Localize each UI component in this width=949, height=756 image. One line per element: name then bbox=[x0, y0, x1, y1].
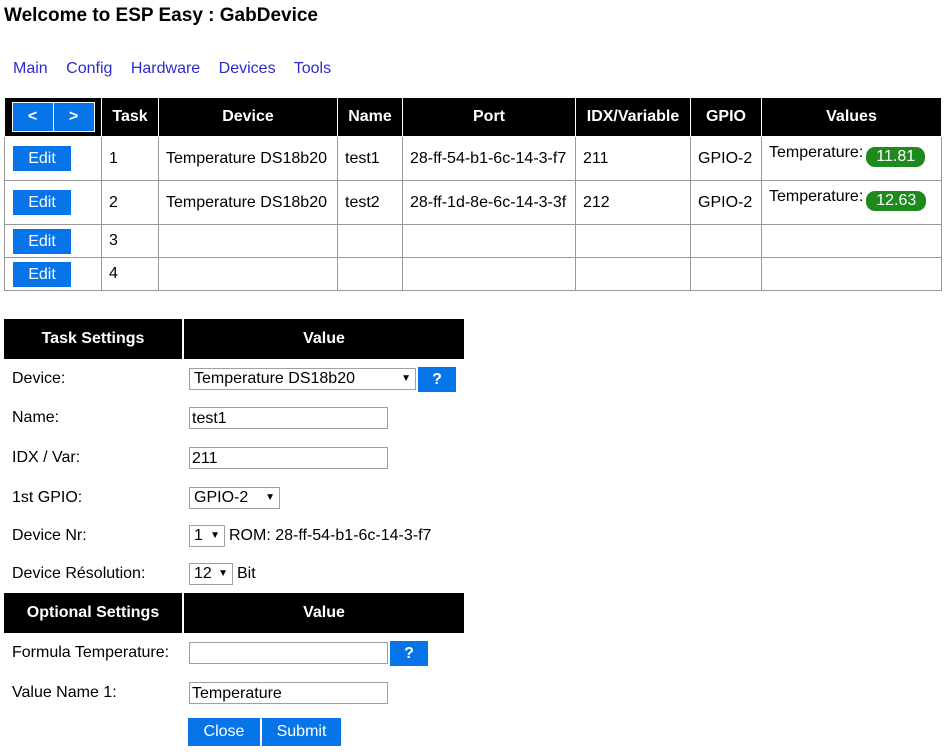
value-name: Temperature: bbox=[769, 188, 864, 205]
table-row: Edit 1 Temperature DS18b20 test1 28-ff-5… bbox=[4, 136, 942, 181]
gpio-select[interactable]: GPIO-2 ▼ bbox=[189, 487, 280, 509]
header-gpio: GPIO bbox=[690, 97, 762, 137]
nav-config[interactable]: Config bbox=[66, 60, 112, 77]
task-gpio: GPIO-2 bbox=[690, 136, 762, 181]
name-label: Name: bbox=[12, 409, 60, 426]
header-task: Task bbox=[101, 97, 159, 137]
device-nr-label: Device Nr: bbox=[12, 527, 87, 544]
submit-button[interactable]: Submit bbox=[262, 718, 341, 746]
task-number: 2 bbox=[101, 180, 159, 225]
page-title: Welcome to ESP Easy : GabDevice bbox=[4, 5, 318, 26]
table-row: Edit 4 bbox=[4, 257, 942, 291]
main-nav: Main Config Hardware Devices Tools bbox=[13, 60, 345, 78]
value-badge: 12.63 bbox=[866, 191, 927, 211]
task-idx: 212 bbox=[575, 180, 691, 225]
nav-devices[interactable]: Devices bbox=[219, 60, 276, 77]
device-nr-row: Device Nr: 1 ▼ ROM: 28-ff-54-b1-6c-14-3-f7 bbox=[4, 517, 464, 555]
nav-tools[interactable]: Tools bbox=[294, 60, 331, 77]
idx-label: IDX / Var: bbox=[12, 449, 81, 466]
formula-row: Formula Temperature: ? bbox=[4, 633, 464, 673]
name-input[interactable]: test1 bbox=[189, 407, 388, 429]
form-actions: Close Submit bbox=[188, 718, 341, 746]
task-values: Temperature: 11.81 bbox=[761, 136, 942, 181]
task-port: 28-ff-1d-8e-6c-14-3-3f bbox=[402, 180, 576, 225]
idx-input[interactable]: 211 bbox=[189, 447, 388, 469]
header-name: Name bbox=[337, 97, 403, 137]
task-name: test2 bbox=[337, 180, 403, 225]
resolution-label: Device Résolution: bbox=[12, 565, 146, 582]
device-row: Device: Temperature DS18b20 ▼? bbox=[4, 359, 464, 399]
edit-button[interactable]: Edit bbox=[13, 146, 71, 171]
task-settings-table: Task Settings Value Device: Temperature … bbox=[4, 319, 464, 713]
settings-header-row: Task Settings Value bbox=[4, 319, 464, 359]
edit-button[interactable]: Edit bbox=[13, 228, 71, 254]
optional-value-header: Value bbox=[183, 593, 464, 633]
header-port: Port bbox=[402, 97, 576, 137]
header-device: Device bbox=[158, 97, 338, 137]
prev-page-button[interactable]: < bbox=[12, 103, 53, 131]
gpio-label: 1st GPIO: bbox=[12, 489, 83, 506]
resolution-select[interactable]: 12 ▼ bbox=[189, 563, 233, 585]
task-device: Temperature DS18b20 bbox=[158, 136, 338, 181]
task-number: 1 bbox=[101, 136, 159, 181]
formula-help-button[interactable]: ? bbox=[390, 640, 428, 666]
task-number: 3 bbox=[101, 224, 159, 258]
task-idx: 211 bbox=[575, 136, 691, 181]
task-settings-header: Task Settings bbox=[4, 319, 184, 359]
next-page-button[interactable]: > bbox=[52, 103, 94, 131]
optional-header-row: Optional Settings Value bbox=[4, 593, 464, 633]
task-device: Temperature DS18b20 bbox=[158, 180, 338, 225]
device-select[interactable]: Temperature DS18b20 ▼ bbox=[189, 368, 416, 390]
table-row: Edit 2 Temperature DS18b20 test2 28-ff-1… bbox=[4, 180, 942, 225]
device-help-button[interactable]: ? bbox=[418, 366, 456, 392]
resolution-row: Device Résolution: 12 ▼ Bit bbox=[4, 555, 464, 593]
nav-hardware[interactable]: Hardware bbox=[131, 60, 200, 77]
table-row: Edit 3 bbox=[4, 224, 942, 258]
pager: < > bbox=[11, 102, 95, 132]
gpio-row: 1st GPIO: GPIO-2 ▼ bbox=[4, 479, 464, 517]
formula-label: Formula Temperature: bbox=[12, 644, 170, 661]
task-gpio: GPIO-2 bbox=[690, 180, 762, 225]
value-name-input[interactable]: Temperature bbox=[189, 682, 388, 704]
value-name-row: Value Name 1: Temperature bbox=[4, 673, 464, 713]
value-name: Temperature: bbox=[769, 144, 864, 161]
device-nr-select[interactable]: 1 ▼ bbox=[189, 525, 225, 547]
triangle-down-icon: ▼ bbox=[265, 492, 275, 503]
value-badge: 11.81 bbox=[866, 147, 926, 167]
device-label: Device: bbox=[12, 370, 66, 387]
triangle-down-icon: ▼ bbox=[401, 373, 411, 384]
rom-text: ROM: 28-ff-54-b1-6c-14-3-f7 bbox=[229, 527, 432, 544]
header-values: Values bbox=[761, 97, 942, 137]
edit-button[interactable]: Edit bbox=[13, 190, 71, 215]
optional-settings-header: Optional Settings bbox=[4, 593, 184, 633]
header-idx: IDX/Variable bbox=[575, 97, 691, 137]
task-port: 28-ff-54-b1-6c-14-3-f7 bbox=[402, 136, 576, 181]
edit-button[interactable]: Edit bbox=[13, 261, 71, 287]
value-header: Value bbox=[183, 319, 464, 359]
triangle-down-icon: ▼ bbox=[210, 530, 220, 541]
task-values: Temperature: 12.63 bbox=[761, 180, 942, 225]
tasks-table: < > Task Device Name Port IDX/Variable G… bbox=[4, 97, 942, 291]
tasks-header-row: < > Task Device Name Port IDX/Variable G… bbox=[4, 97, 942, 137]
nav-main[interactable]: Main bbox=[13, 60, 48, 77]
name-row: Name: test1 bbox=[4, 399, 464, 437]
task-number: 4 bbox=[101, 257, 159, 291]
pager-header: < > bbox=[4, 97, 102, 137]
value-name-label: Value Name 1: bbox=[12, 684, 117, 701]
task-name: test1 bbox=[337, 136, 403, 181]
resolution-unit: Bit bbox=[237, 565, 256, 582]
close-button[interactable]: Close bbox=[188, 718, 260, 746]
triangle-down-icon: ▼ bbox=[218, 568, 228, 579]
formula-input[interactable] bbox=[189, 642, 388, 664]
idx-row: IDX / Var: 211 bbox=[4, 437, 464, 479]
